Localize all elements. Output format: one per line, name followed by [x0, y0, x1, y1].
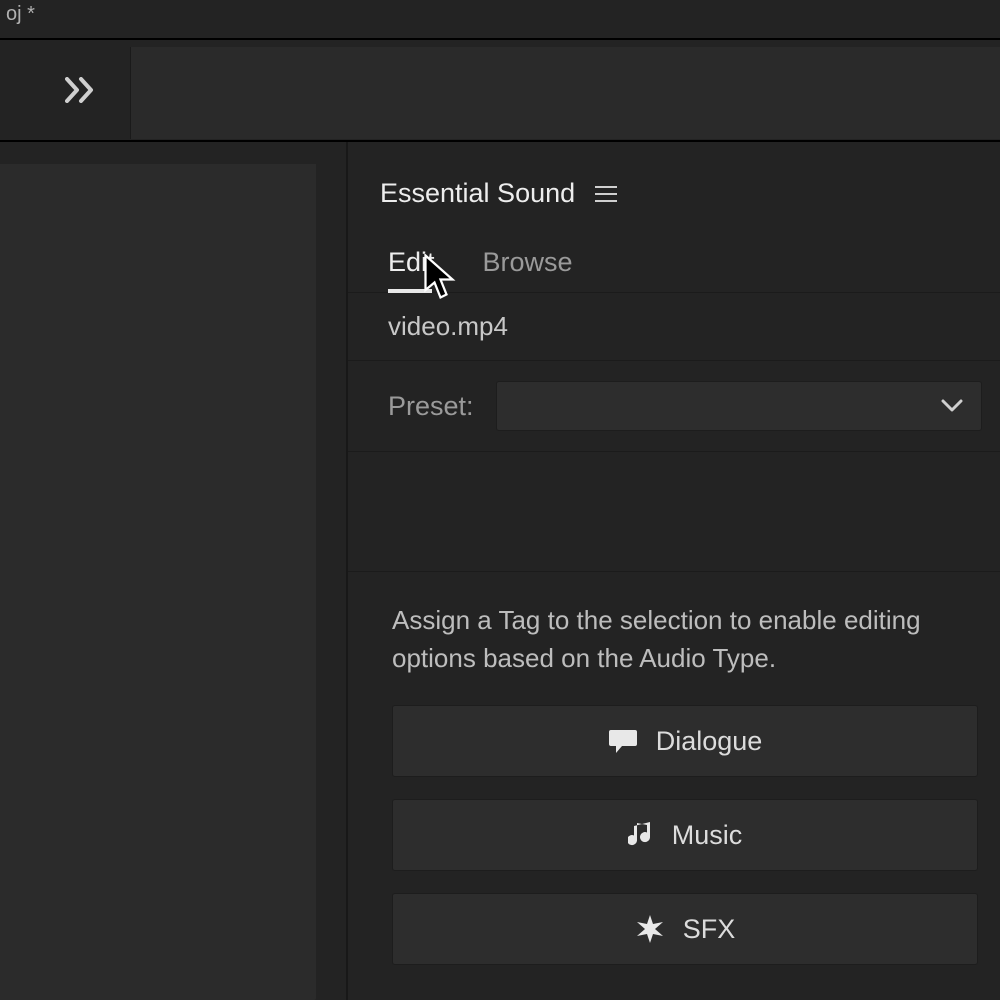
speech-bubble-icon	[608, 728, 638, 754]
left-panel	[0, 142, 348, 1000]
tag-music-label: Music	[672, 820, 743, 851]
left-panel-content	[0, 164, 316, 1000]
tag-description: Assign a Tag to the selection to enable …	[392, 602, 978, 677]
chevron-double-right-icon	[65, 77, 99, 103]
tab-browse[interactable]: Browse	[483, 247, 573, 292]
titlebar: oj *	[0, 0, 1000, 40]
preset-label: Preset:	[388, 391, 474, 422]
chevron-down-icon	[941, 392, 963, 420]
preset-dropdown[interactable]	[496, 381, 982, 431]
empty-section	[348, 452, 1000, 572]
tag-dialogue-button[interactable]: Dialogue	[392, 705, 978, 777]
workspace-toolbar	[0, 40, 1000, 142]
preset-row: Preset:	[348, 361, 1000, 452]
toolbar-empty-region	[130, 47, 1000, 139]
panel-menu-button[interactable]	[595, 182, 617, 206]
tag-dialogue-label: Dialogue	[656, 726, 763, 757]
panel-tabs: Edit Browse	[348, 247, 1000, 293]
tag-music-button[interactable]: Music	[392, 799, 978, 871]
tag-sfx-button[interactable]: SFX	[392, 893, 978, 965]
essential-sound-panel: Essential Sound Edit Browse video.mp4 Pr…	[348, 142, 1000, 1000]
expand-panels-button[interactable]	[54, 62, 110, 118]
hamburger-icon	[595, 186, 617, 188]
document-title-fragment: oj *	[6, 3, 35, 25]
audio-tag-section: Assign a Tag to the selection to enable …	[348, 572, 1000, 965]
panel-title: Essential Sound	[380, 178, 575, 209]
burst-icon	[635, 914, 665, 944]
tag-sfx-label: SFX	[683, 914, 736, 945]
music-note-icon	[628, 820, 654, 850]
selected-clip-name: video.mp4	[348, 293, 1000, 361]
tab-edit[interactable]: Edit	[388, 247, 435, 292]
